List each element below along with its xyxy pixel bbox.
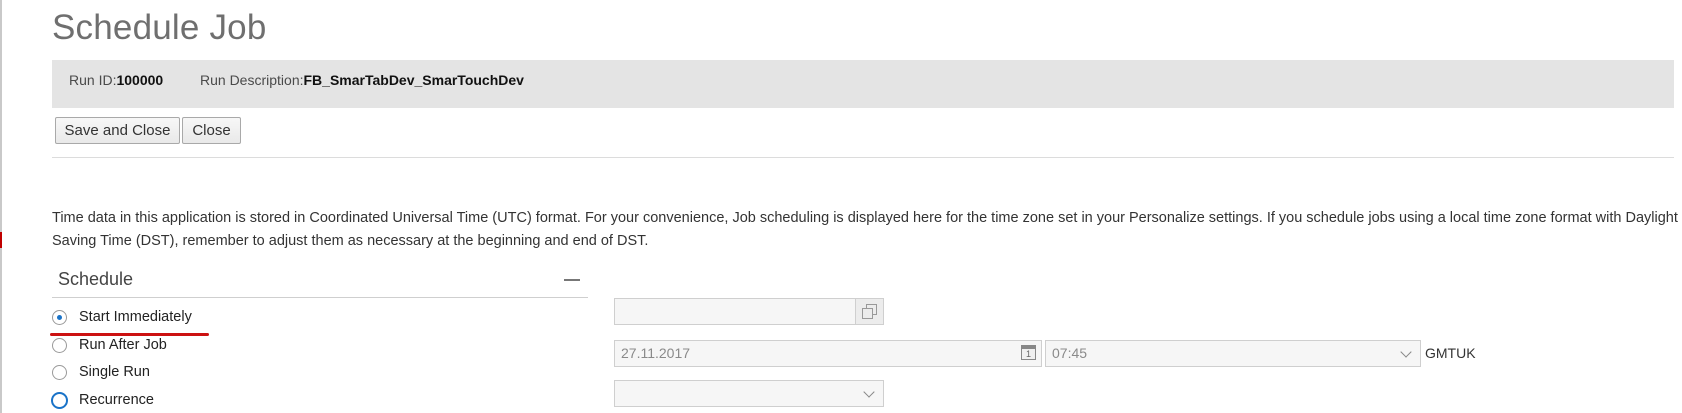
start-time-dropdown[interactable]: 07:45 (1045, 340, 1421, 367)
predecessor-job-field[interactable] (614, 298, 884, 325)
schedule-section-title: Schedule (58, 269, 134, 289)
save-and-close-button[interactable]: Save and Close (55, 117, 180, 144)
window-edge (0, 0, 2, 413)
run-info-bar: Run ID:100000 Run Description:FB_SmarTab… (52, 60, 1674, 108)
close-button[interactable]: Close (182, 117, 241, 144)
start-time-value: 07:45 (1052, 345, 1088, 361)
radio-label: Run After Job (79, 337, 167, 353)
chevron-down-icon[interactable] (863, 386, 875, 398)
collapse-icon[interactable] (564, 279, 580, 281)
radio-label: Single Run (79, 364, 150, 380)
radio-label: Start Immediately (79, 309, 192, 325)
radio-label: Recurrence (79, 392, 154, 408)
chevron-down-icon[interactable] (1400, 346, 1412, 358)
radio-icon[interactable] (52, 338, 67, 353)
calendar-icon[interactable]: 1 (1021, 345, 1036, 360)
start-date-field[interactable]: 27.11.2017 1 (614, 340, 1042, 367)
edge-marker (0, 232, 2, 248)
run-id-value: 100000 (116, 72, 164, 88)
timezone-label: GMTUK (1425, 345, 1476, 361)
run-description-label: Run Description: (200, 72, 304, 88)
run-id-label: Run ID: (69, 72, 117, 88)
run-id: Run ID:100000 (69, 72, 163, 88)
recurrence-dropdown[interactable] (614, 380, 884, 407)
start-date-value: 27.11.2017 (621, 345, 691, 361)
value-help-icon[interactable] (855, 299, 883, 324)
red-underline-annotation (50, 333, 209, 336)
section-divider (52, 297, 588, 298)
utc-notice: Time data in this application is stored … (52, 210, 1678, 249)
radio-selected-icon[interactable] (52, 310, 67, 325)
run-description: Run Description:FB_SmarTabDev_SmarTouchD… (200, 72, 524, 88)
toolbar-divider (52, 157, 1674, 158)
run-description-value: FB_SmarTabDev_SmarTouchDev (303, 72, 524, 88)
radio-icon[interactable] (52, 365, 67, 380)
page-title: Schedule Job (52, 8, 267, 47)
radio-focused-icon[interactable] (51, 392, 68, 409)
